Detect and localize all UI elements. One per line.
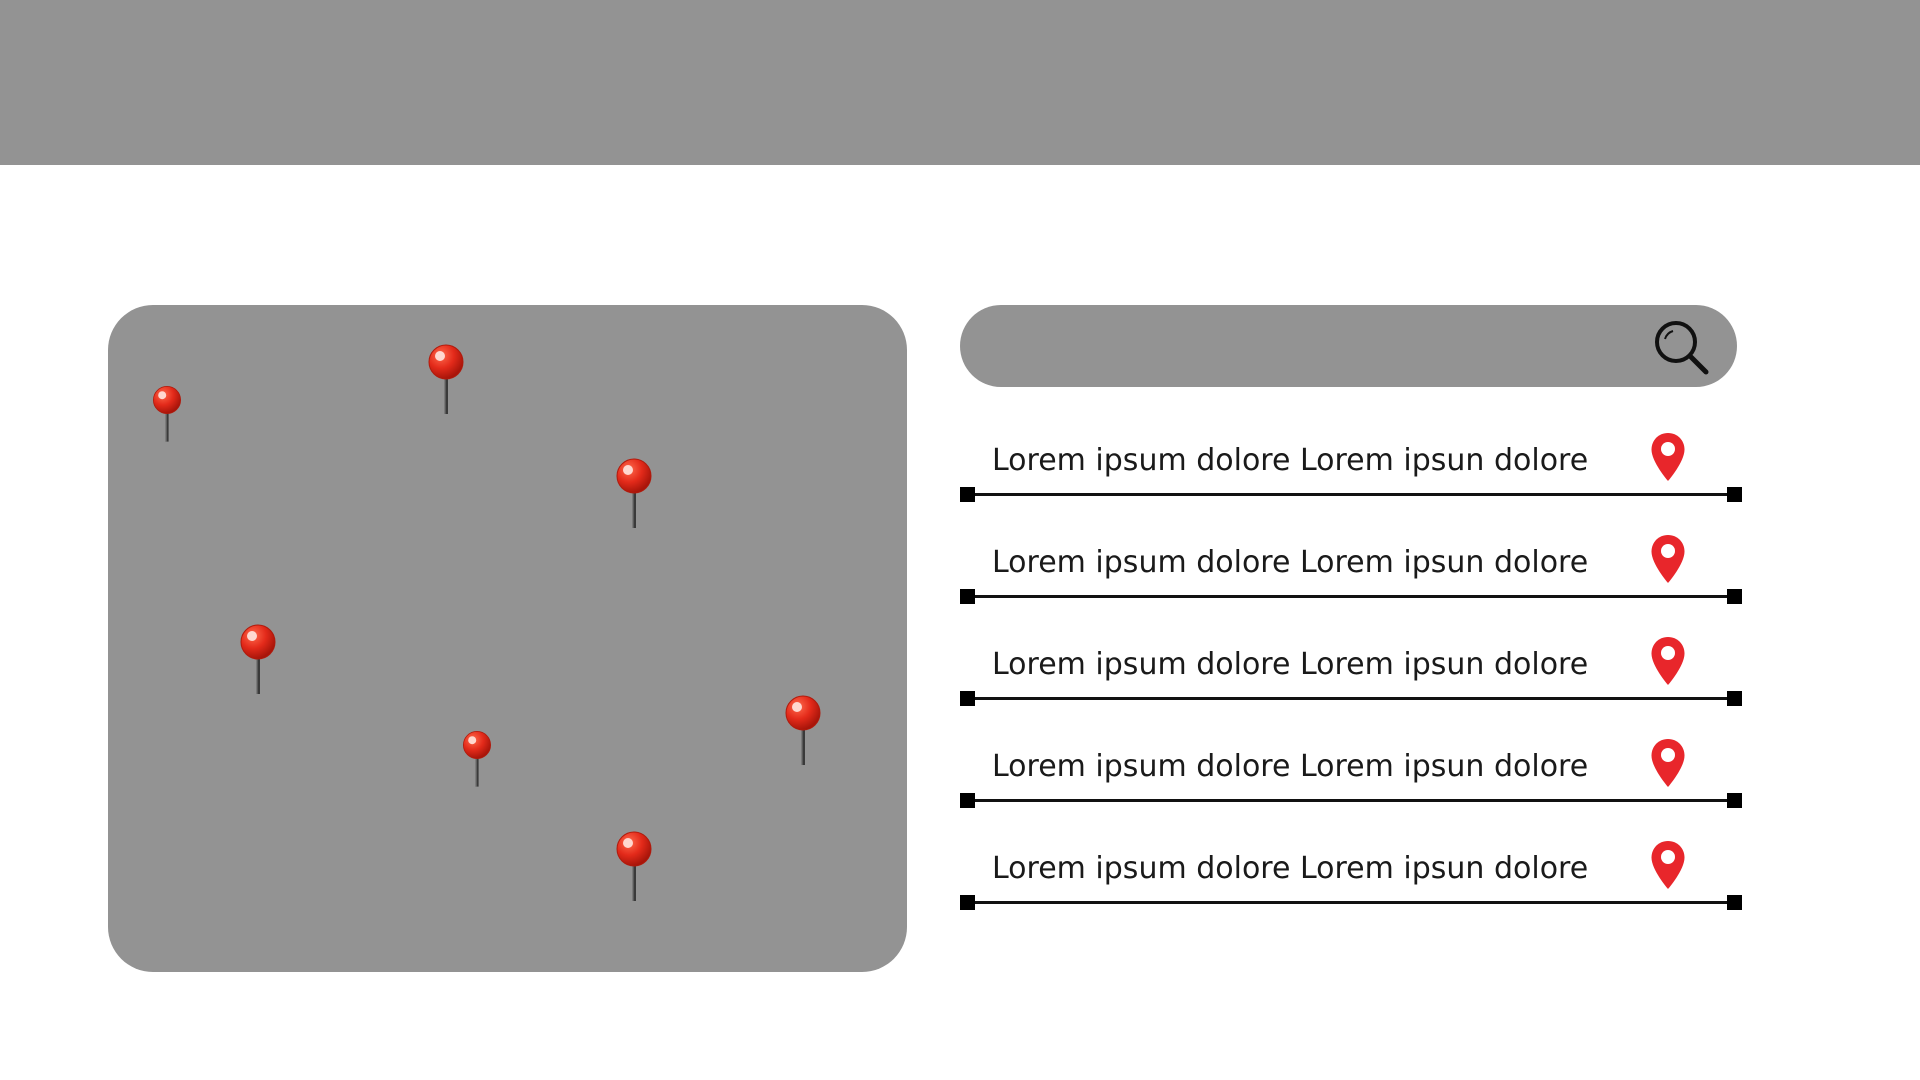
list-item[interactable]: Lorem ipsum dolore Lorem ipsun dolore: [960, 427, 1742, 529]
divider: [966, 493, 1736, 496]
location-pin-icon[interactable]: [1650, 840, 1686, 890]
slider-handle[interactable]: [1727, 895, 1742, 910]
divider: [966, 799, 1736, 802]
map-pin-icon[interactable]: [614, 456, 654, 528]
location-pin-icon[interactable]: [1650, 432, 1686, 482]
slider-handle[interactable]: [1727, 691, 1742, 706]
location-pin-icon[interactable]: [1650, 738, 1686, 788]
map-pin-icon[interactable]: [426, 342, 466, 414]
list-item-label: Lorem ipsum dolore Lorem ipsun dolore: [992, 647, 1589, 682]
map-pin-icon[interactable]: [614, 829, 654, 901]
list-item[interactable]: Lorem ipsum dolore Lorem ipsun dolore: [960, 835, 1742, 937]
search-icon[interactable]: [1651, 317, 1711, 377]
list-item[interactable]: Lorem ipsum dolore Lorem ipsun dolore: [960, 529, 1742, 631]
slider-handle[interactable]: [1727, 589, 1742, 604]
divider: [966, 697, 1736, 700]
map-panel[interactable]: [108, 305, 907, 972]
list-item-label: Lorem ipsum dolore Lorem ipsun dolore: [992, 545, 1589, 580]
location-pin-icon[interactable]: [1650, 636, 1686, 686]
divider: [966, 595, 1736, 598]
map-pin-icon[interactable]: [783, 693, 823, 765]
slider-handle[interactable]: [960, 691, 975, 706]
divider: [966, 901, 1736, 904]
slider-handle[interactable]: [960, 487, 975, 502]
search-input[interactable]: [960, 305, 1737, 387]
slider-handle[interactable]: [960, 895, 975, 910]
list-item[interactable]: Lorem ipsum dolore Lorem ipsun dolore: [960, 733, 1742, 835]
results-list: Lorem ipsum dolore Lorem ipsun dolore Lo…: [960, 427, 1742, 937]
list-item-label: Lorem ipsum dolore Lorem ipsun dolore: [992, 851, 1589, 886]
header-bar: [0, 0, 1920, 165]
list-item-label: Lorem ipsum dolore Lorem ipsun dolore: [992, 749, 1589, 784]
map-pin-icon[interactable]: [151, 384, 183, 442]
slider-handle[interactable]: [1727, 487, 1742, 502]
location-pin-icon[interactable]: [1650, 534, 1686, 584]
map-pin-icon[interactable]: [238, 622, 278, 694]
list-item[interactable]: Lorem ipsum dolore Lorem ipsun dolore: [960, 631, 1742, 733]
slider-handle[interactable]: [1727, 793, 1742, 808]
slider-handle[interactable]: [960, 793, 975, 808]
slider-handle[interactable]: [960, 589, 975, 604]
map-pin-icon[interactable]: [461, 729, 493, 787]
list-item-label: Lorem ipsum dolore Lorem ipsun dolore: [992, 443, 1589, 478]
